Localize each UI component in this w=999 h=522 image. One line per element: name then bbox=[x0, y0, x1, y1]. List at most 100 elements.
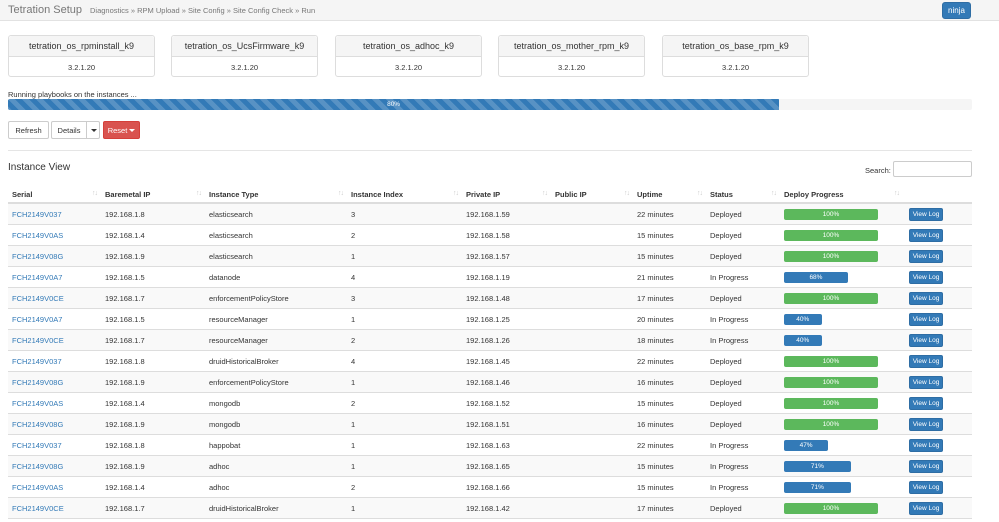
view-log-button[interactable]: View Log bbox=[909, 229, 943, 242]
cell-uptime: 22 minutes bbox=[637, 210, 674, 219]
cell-status: In Progress bbox=[710, 462, 749, 471]
column-header-serial[interactable]: Serial ↑↓ bbox=[8, 184, 101, 204]
column-header-public-ip[interactable]: Public IP ↑↓ bbox=[551, 184, 633, 204]
view-log-button[interactable]: View Log bbox=[909, 481, 943, 494]
column-header-instance-index[interactable]: Instance Index ↑↓ bbox=[347, 184, 462, 204]
column-header-label: Instance Index bbox=[351, 189, 404, 199]
view-log-button[interactable]: View Log bbox=[909, 418, 943, 431]
column-header-label: Serial bbox=[12, 189, 33, 199]
cell-public-ip bbox=[551, 435, 633, 456]
deploy-progress-bar: 68% bbox=[784, 272, 882, 283]
cell-instance-type: adhoc bbox=[209, 462, 230, 471]
cell-serial[interactable]: FCH2149V08G bbox=[8, 414, 101, 435]
app-title[interactable]: Tetration Setup bbox=[8, 4, 82, 16]
top-navbar: Tetration Setup Diagnostics » RPM Upload… bbox=[0, 0, 999, 21]
cell-baremetal-ip: 192.168.1.7 bbox=[105, 336, 145, 345]
column-header-baremetal-ip[interactable]: Baremetal IP ↑↓ bbox=[101, 184, 205, 204]
column-header-label: Uptime bbox=[637, 189, 663, 199]
cell-serial[interactable]: FCH2149V0A7 bbox=[8, 267, 101, 288]
rpm-card-version: 3.2.1.20 bbox=[394, 62, 423, 72]
cell-public-ip bbox=[551, 267, 633, 288]
reset-button[interactable]: Reset bbox=[103, 121, 140, 139]
table-row: FCH2149V037 192.168.1.8 elasticsearch 3 192.… bbox=[8, 204, 972, 225]
user-menu-button[interactable]: ninja bbox=[942, 2, 971, 19]
cell-serial[interactable]: FCH2149V0AS bbox=[8, 225, 101, 246]
reset-button-label: Reset bbox=[107, 125, 128, 135]
table-header-row: Serial ↑↓ Baremetal IP ↑↓ Instance Type ↑↓ Ins… bbox=[8, 184, 972, 204]
view-log-button[interactable]: View Log bbox=[909, 271, 943, 284]
table-row: FCH2149V08G 192.168.1.9 enforcementPolicyS… bbox=[8, 372, 972, 393]
cell-instance-index: 2 bbox=[351, 399, 356, 408]
view-log-button[interactable]: View Log bbox=[909, 439, 943, 452]
column-header-status[interactable]: Status ↑↓ bbox=[706, 184, 780, 204]
cell-uptime: 15 minutes bbox=[637, 231, 674, 240]
column-header-label: Public IP bbox=[555, 189, 587, 199]
column-header-label: Baremetal IP bbox=[105, 189, 151, 199]
cell-uptime: 22 minutes bbox=[637, 441, 674, 450]
cell-instance-index: 1 bbox=[351, 420, 356, 429]
cell-serial[interactable]: FCH2149V08G bbox=[8, 246, 101, 267]
cell-private-ip: 192.168.1.46 bbox=[466, 378, 510, 387]
column-header-uptime[interactable]: Uptime ↑↓ bbox=[633, 184, 706, 204]
view-log-button[interactable]: View Log bbox=[909, 460, 943, 473]
rpm-card: tetration_os_UcsFirmware_k9 3.2.1.20 bbox=[171, 35, 318, 77]
view-log-button[interactable]: View Log bbox=[909, 292, 943, 305]
cell-serial[interactable]: FCH2149V0A7 bbox=[8, 309, 101, 330]
cell-instance-type: happobat bbox=[209, 441, 241, 450]
deploy-progress-bar: 100% bbox=[784, 377, 882, 388]
cell-instance-index: 2 bbox=[351, 483, 356, 492]
cell-baremetal-ip: 192.168.1.7 bbox=[105, 294, 145, 303]
rpm-card-version: 3.2.1.20 bbox=[67, 62, 96, 72]
cell-serial[interactable]: FCH2149V0AS bbox=[8, 393, 101, 414]
cell-uptime: 18 minutes bbox=[637, 336, 674, 345]
cell-serial[interactable]: FCH2149V037 bbox=[8, 351, 101, 372]
cell-serial[interactable]: FCH2149V0CE bbox=[8, 330, 101, 351]
cell-serial[interactable]: FCH2149V0CE bbox=[8, 288, 101, 309]
view-log-button[interactable]: View Log bbox=[909, 502, 943, 515]
search-input[interactable] bbox=[893, 161, 972, 177]
view-log-button[interactable]: View Log bbox=[909, 250, 943, 263]
cell-serial[interactable]: FCH2149V0CE bbox=[8, 498, 101, 519]
cell-instance-index: 1 bbox=[351, 441, 356, 450]
view-log-button[interactable]: View Log bbox=[909, 397, 943, 410]
cell-serial[interactable]: FCH2149V0AS bbox=[8, 477, 101, 498]
details-button[interactable]: Details bbox=[51, 121, 87, 139]
rpm-card-name: tetration_os_UcsFirmware_k9 bbox=[172, 36, 317, 57]
details-dropdown-toggle[interactable] bbox=[86, 121, 100, 139]
breadcrumb[interactable]: Diagnostics » RPM Upload » Site Config »… bbox=[90, 6, 315, 15]
chevron-down-icon bbox=[129, 128, 136, 132]
view-log-button[interactable]: View Log bbox=[909, 355, 943, 368]
cell-instance-index: 1 bbox=[351, 462, 356, 471]
view-log-button[interactable]: View Log bbox=[909, 376, 943, 389]
view-log-button[interactable]: View Log bbox=[909, 208, 943, 221]
cell-uptime: 22 minutes bbox=[637, 357, 674, 366]
cell-instance-type: druidHistoricalBroker bbox=[209, 504, 279, 513]
view-log-button[interactable]: View Log bbox=[909, 334, 943, 347]
cell-serial[interactable]: FCH2149V08G bbox=[8, 456, 101, 477]
view-log-button[interactable]: View Log bbox=[909, 313, 943, 326]
column-header-deploy-progress[interactable]: Deploy Progress ↑↓ bbox=[780, 184, 903, 204]
deploy-progress-bar: 71% bbox=[784, 482, 882, 493]
cell-serial[interactable]: FCH2149V037 bbox=[8, 204, 101, 225]
deploy-progress-fill: 100% bbox=[784, 230, 878, 241]
deploy-progress-fill: 40% bbox=[784, 314, 822, 325]
rpm-card-name: tetration_os_base_rpm_k9 bbox=[663, 36, 808, 57]
cell-uptime: 15 minutes bbox=[637, 252, 674, 261]
column-header-instance-type[interactable]: Instance Type ↑↓ bbox=[205, 184, 347, 204]
refresh-button[interactable]: Refresh bbox=[8, 121, 49, 139]
deploy-progress-bar: 100% bbox=[784, 419, 882, 430]
deploy-progress-bar: 100% bbox=[784, 251, 882, 262]
cell-baremetal-ip: 192.168.1.8 bbox=[105, 210, 145, 219]
deploy-progress-bar: 100% bbox=[784, 209, 882, 220]
cell-instance-type: datanode bbox=[209, 273, 241, 282]
cell-instance-index: 1 bbox=[351, 315, 356, 324]
cell-instance-type: enforcementPolicyStore bbox=[209, 294, 289, 303]
cell-public-ip bbox=[551, 456, 633, 477]
cell-serial[interactable]: FCH2149V08G bbox=[8, 372, 101, 393]
table-row: FCH2149V037 192.168.1.8 happobat 1 192.168.1… bbox=[8, 435, 972, 456]
column-header-private-ip[interactable]: Private IP ↑↓ bbox=[462, 184, 551, 204]
cell-serial[interactable]: FCH2149V037 bbox=[8, 435, 101, 456]
cell-instance-type: elasticsearch bbox=[209, 210, 253, 219]
cell-instance-index: 1 bbox=[351, 252, 356, 261]
column-header-actions[interactable] bbox=[903, 184, 972, 204]
